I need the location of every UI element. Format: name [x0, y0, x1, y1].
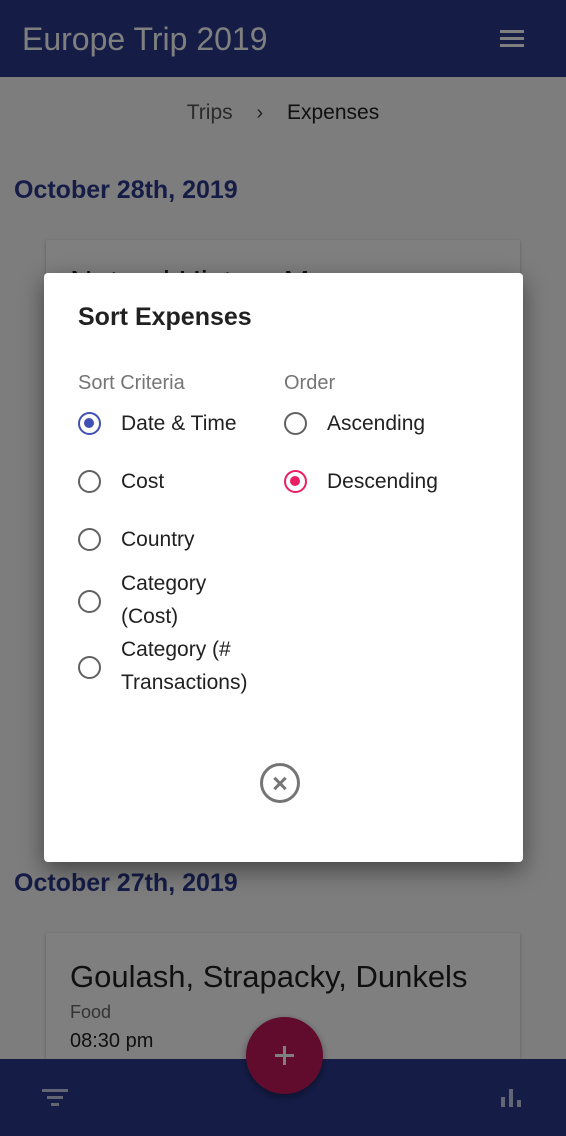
option-label: Descending: [327, 470, 438, 493]
radio-button[interactable]: [78, 590, 101, 613]
sort-expenses-dialog: Sort Expenses Sort Criteria Order Date &…: [44, 273, 523, 862]
option-label: Date & Time: [121, 412, 237, 435]
radio-button-checked[interactable]: [284, 470, 307, 493]
option-label-line1: Category: [121, 572, 207, 595]
option-label-line2: Transactions): [121, 671, 248, 694]
option-label-line1: Category (#: [121, 638, 231, 661]
radio-button-checked[interactable]: [78, 412, 101, 435]
radio-button[interactable]: [78, 528, 101, 551]
order-label: Order: [284, 372, 336, 394]
option-label: Ascending: [327, 412, 426, 435]
criteria-option-cost[interactable]: Cost: [78, 470, 278, 510]
criteria-option-country[interactable]: Country: [78, 528, 278, 568]
radio-button[interactable]: [78, 656, 101, 679]
order-option-descending[interactable]: Descending: [284, 470, 484, 510]
option-label-line2: (Cost): [121, 605, 179, 628]
criteria-option-category-transactions[interactable]: Category (# Transactions): [78, 638, 278, 716]
option-label: Cost: [121, 470, 165, 493]
radio-button[interactable]: [78, 470, 101, 493]
sort-criteria-label: Sort Criteria: [78, 372, 185, 394]
radio-button[interactable]: [284, 412, 307, 435]
order-option-ascending[interactable]: Ascending: [284, 412, 484, 452]
dialog-title: Sort Expenses: [78, 303, 252, 331]
option-label: Country: [121, 528, 195, 551]
criteria-option-date-time[interactable]: Date & Time: [78, 412, 278, 452]
close-circle-icon[interactable]: [260, 763, 300, 803]
